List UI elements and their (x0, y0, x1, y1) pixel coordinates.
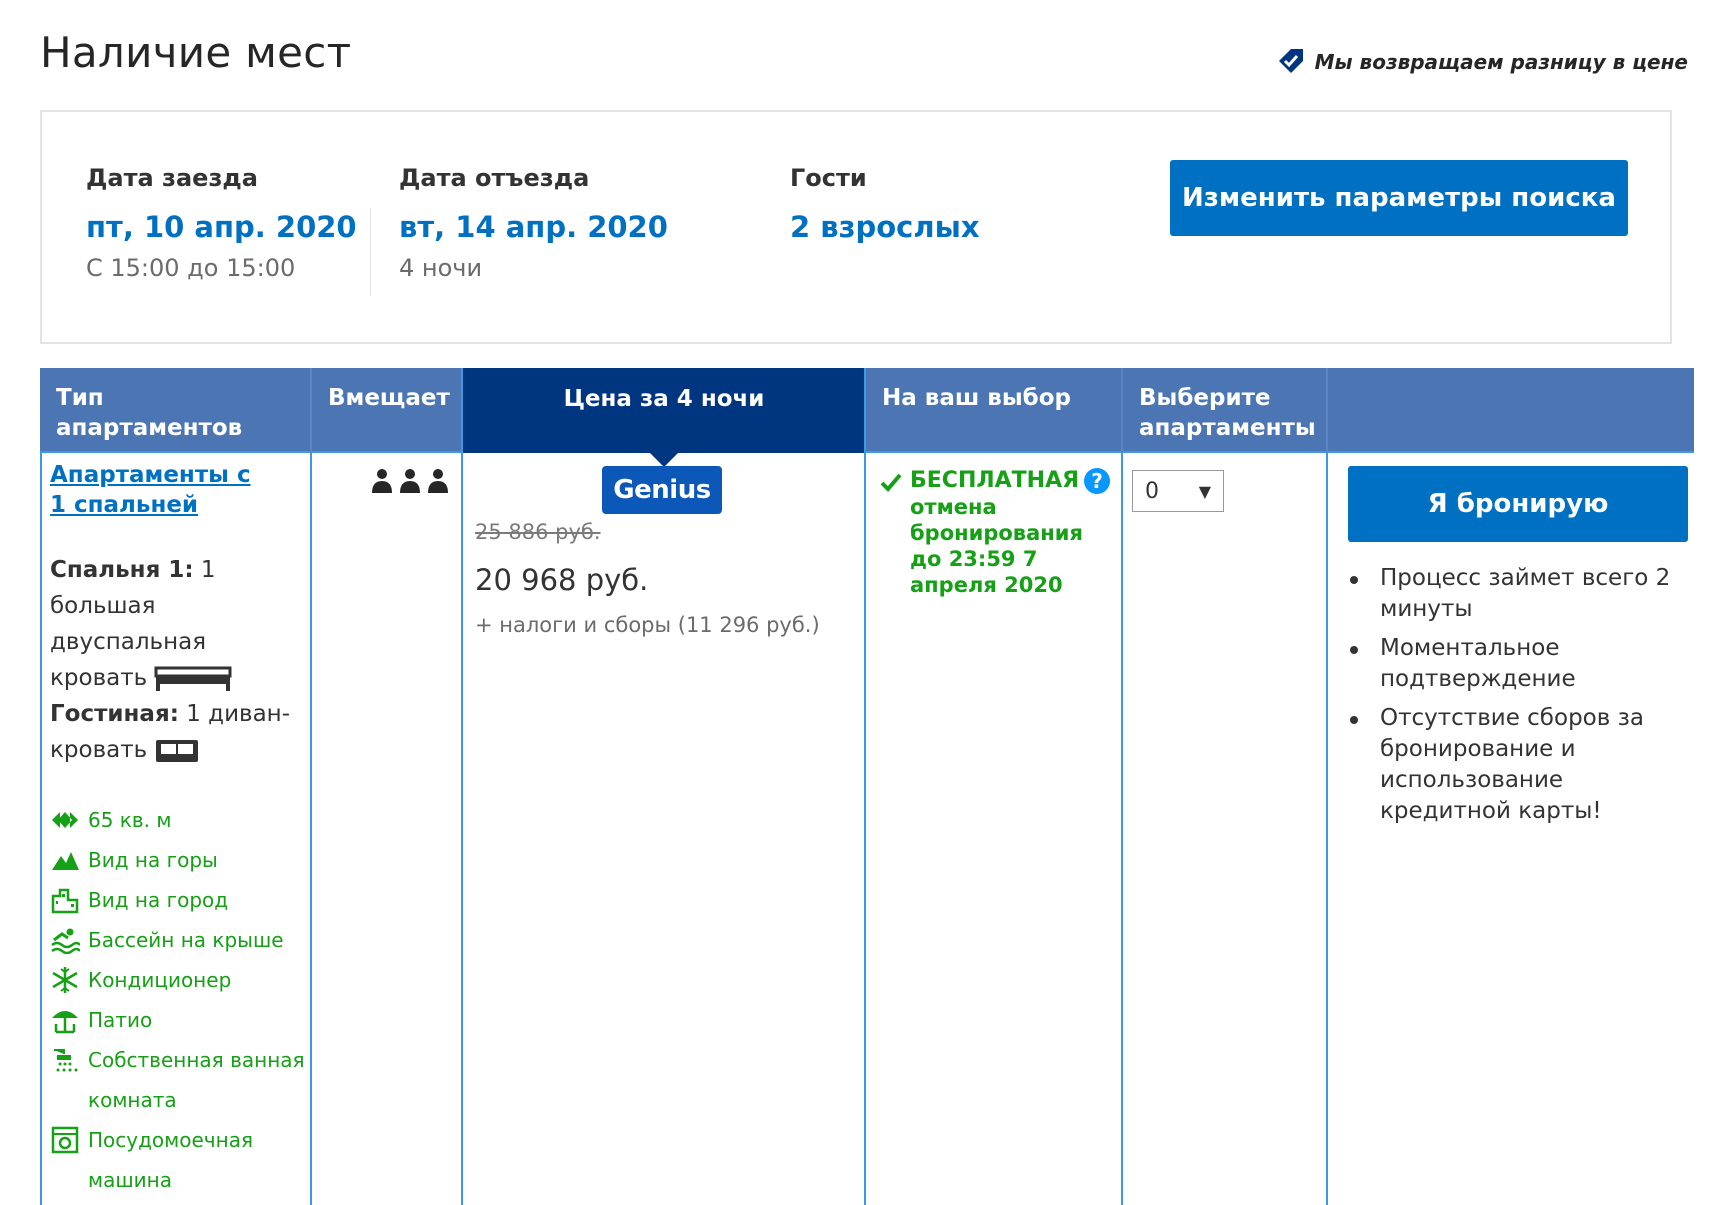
person-icon (372, 469, 392, 493)
rooms-table: Тип апартаментов Вмещает Цена за 4 ночи … (40, 368, 1694, 1205)
umbrella-icon (52, 1011, 78, 1034)
page-title: Наличие мест (40, 28, 352, 77)
column-divider (310, 453, 312, 1205)
checkin-time: С 15:00 до 15:00 (86, 254, 296, 282)
column-divider (1326, 453, 1328, 1205)
dishwasher-icon (51, 1126, 79, 1154)
room-info: Апартаменты с 1 спальней Спальня 1: 1 бо… (50, 460, 310, 1200)
column-divider (1326, 368, 1328, 453)
area-icon (52, 812, 78, 828)
column-divider (310, 368, 312, 453)
city-icon (51, 888, 79, 914)
help-icon[interactable]: ? (1084, 468, 1110, 494)
mountain-icon (52, 852, 79, 870)
header-room-type: Тип апартаментов (56, 385, 243, 441)
sofa-bed-icon (156, 739, 199, 762)
price-match-text: Мы возвращаем разницу в цене (1314, 50, 1688, 74)
room-name-link[interactable]: Апартаменты с 1 спальней (50, 460, 270, 520)
genius-badge: Genius (602, 466, 722, 514)
header-choices: На ваш выбор (882, 385, 1071, 411)
select-value: 0 (1145, 478, 1159, 504)
discounted-price: 20 968 руб. (475, 563, 649, 597)
search-summary: Дата заезда пт, 10 апр. 2020 С 15:00 до … (40, 110, 1672, 344)
free-cancellation: БЕСПЛАТНАЯ отмена бронирования до 23:59 … (880, 468, 1100, 598)
tag-check-icon (1278, 49, 1303, 73)
book-button[interactable]: Я бронирую (1348, 466, 1688, 542)
double-bed-icon (154, 666, 232, 691)
snowflake-icon (52, 967, 78, 993)
sort-indicator (650, 453, 678, 467)
table-header: Тип апартаментов Вмещает Цена за 4 ночи … (40, 368, 1694, 467)
list-item: Процесс займет всего 2 минуты (1348, 563, 1688, 625)
checkin-block: Дата заезда пт, 10 апр. 2020 С 15:00 до … (86, 164, 357, 282)
column-divider (1121, 453, 1123, 1205)
divider (370, 208, 371, 296)
facility-item: Патио (50, 1000, 310, 1040)
guests-label: Гости (790, 164, 867, 192)
facility-list: 65 кв. м Вид на горы Вид на город Бассей… (50, 800, 310, 1200)
original-price: 25 886 руб. (475, 520, 601, 544)
room-quantity-select[interactable]: 0 ▼ (1132, 470, 1224, 512)
pool-icon (51, 928, 80, 954)
facility-item: Бассейн на крыше (50, 920, 310, 960)
chevron-down-icon: ▼ (1198, 481, 1211, 501)
facility-item: Кондиционер (50, 960, 310, 1000)
bedroom-label: Спальня 1: (50, 557, 194, 583)
header-sleeps: Вмещает (328, 385, 450, 411)
column-divider (1121, 368, 1123, 453)
price-match-badge[interactable]: Мы возвращаем разницу в цене (1275, 47, 1688, 77)
benefits-list: Процесс займет всего 2 минуты Моментальн… (1348, 563, 1688, 835)
checkout-date[interactable]: вт, 14 апр. 2020 (399, 210, 668, 244)
taxes-note: + налоги и сборы (11 296 руб.) (475, 613, 820, 637)
check-icon (880, 473, 902, 492)
nights-count: 4 ночи (399, 254, 483, 282)
header-price[interactable]: Цена за 4 ночи (463, 368, 865, 467)
facility-item: Собственная ванная комната (50, 1040, 310, 1120)
change-search-button[interactable]: Изменить параметры поиска (1170, 160, 1628, 236)
list-item: Отсутствие сборов за бронирование и испо… (1348, 703, 1688, 827)
checkin-label: Дата заезда (86, 164, 258, 192)
header-select: Выберите апартаменты (1139, 385, 1316, 441)
facility-item: Посудомоечная машина (50, 1120, 310, 1200)
bed-config: Спальня 1: 1 большая двуспальная кровать… (50, 552, 290, 768)
cancellation-title: БЕСПЛАТНАЯ (910, 468, 1080, 493)
guests-block: Гости 2 взрослых (790, 164, 980, 254)
header-price-label: Цена за 4 ночи (563, 386, 765, 412)
occupancy-icons (370, 468, 450, 494)
cancellation-details: отмена бронирования до 23:59 7 апреля 20… (910, 495, 1083, 597)
checkout-block: Дата отъезда вт, 14 апр. 2020 4 ночи (399, 164, 668, 282)
column-divider (461, 368, 463, 1205)
column-divider (40, 453, 42, 1205)
shower-icon (54, 1049, 78, 1072)
cancellation-text: БЕСПЛАТНАЯ отмена бронирования до 23:59 … (910, 468, 1100, 598)
list-item: Моментальное подтверждение (1348, 633, 1688, 695)
column-divider (864, 368, 866, 1205)
living-room-label: Гостиная: (50, 701, 179, 727)
facility-item: Вид на город (50, 880, 310, 920)
person-icon (428, 469, 448, 493)
facility-item: Вид на горы (50, 840, 310, 880)
checkin-date[interactable]: пт, 10 апр. 2020 (86, 210, 357, 244)
guests-value[interactable]: 2 взрослых (790, 210, 980, 244)
checkout-label: Дата отъезда (399, 164, 590, 192)
person-icon (400, 469, 420, 493)
facility-item: 65 кв. м (50, 800, 310, 840)
